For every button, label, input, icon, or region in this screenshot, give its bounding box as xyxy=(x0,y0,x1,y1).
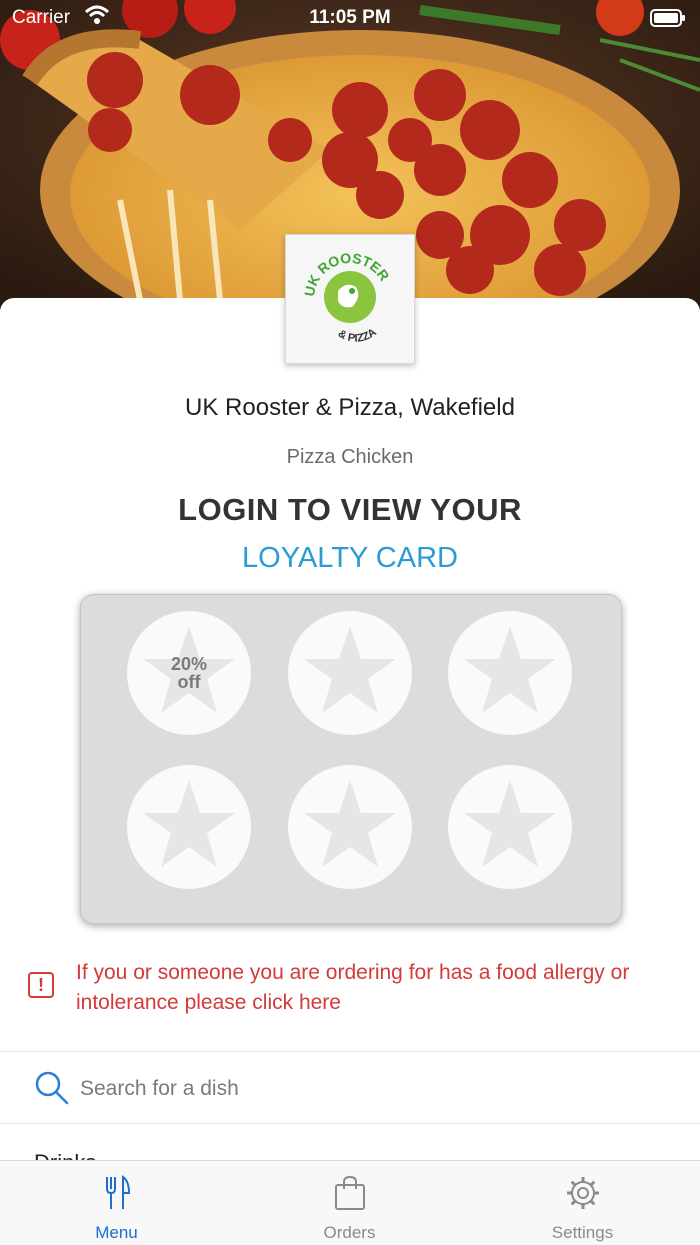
svg-text:& PIZZA: & PIZZA xyxy=(336,326,379,345)
loyalty-card: 20% off xyxy=(80,594,622,924)
fork-knife-icon xyxy=(0,1175,233,1216)
reward-percent: 20% xyxy=(170,654,208,674)
tab-bar: Menu Orders Settings xyxy=(0,1160,700,1245)
reward-label: 20% off xyxy=(127,655,251,691)
star-icon xyxy=(304,780,396,867)
gear-icon xyxy=(466,1175,699,1216)
loyalty-card-link[interactable]: LOYALTY CARD xyxy=(0,542,700,575)
star-icon xyxy=(464,780,556,867)
search-input[interactable] xyxy=(78,1070,642,1108)
stamp-slot xyxy=(448,765,572,889)
login-heading[interactable]: LOGIN TO VIEW YOUR xyxy=(0,492,700,528)
stamp-slot xyxy=(448,611,572,735)
stamp-slot xyxy=(288,765,412,889)
alert-icon: ! xyxy=(28,972,54,998)
logo-text-bottom: & PIZZA xyxy=(336,326,379,345)
tab-menu[interactable]: Menu xyxy=(0,1161,233,1245)
star-icon xyxy=(304,626,396,713)
reward-off: off xyxy=(177,672,201,692)
clock: 11:05 PM xyxy=(309,7,391,28)
bag-icon xyxy=(233,1175,466,1216)
tab-menu-label: Menu xyxy=(95,1223,138,1242)
stamp-slot xyxy=(127,765,251,889)
status-bar: Carrier 11:05 PM xyxy=(0,0,700,36)
tab-orders-label: Orders xyxy=(323,1223,376,1242)
tab-settings[interactable]: Settings xyxy=(466,1161,699,1245)
star-icon xyxy=(143,780,235,867)
restaurant-logo: UK ROOSTER & PIZZA xyxy=(285,234,415,364)
stamp-slot: 20% off xyxy=(127,611,251,735)
tab-orders[interactable]: Orders xyxy=(233,1161,466,1245)
stamp-slot xyxy=(288,611,412,735)
search-bar[interactable] xyxy=(0,1052,700,1124)
divider xyxy=(0,1123,700,1124)
search-icon xyxy=(34,1070,70,1111)
cuisine-label: Pizza Chicken xyxy=(286,446,414,468)
restaurant-name: UK Rooster & Pizza, Wakefield xyxy=(185,394,515,421)
allergy-message[interactable]: If you or someone you are ordering for h… xyxy=(76,958,688,1018)
battery-icon xyxy=(650,9,686,33)
tab-settings-label: Settings xyxy=(551,1223,614,1242)
star-icon xyxy=(464,626,556,713)
